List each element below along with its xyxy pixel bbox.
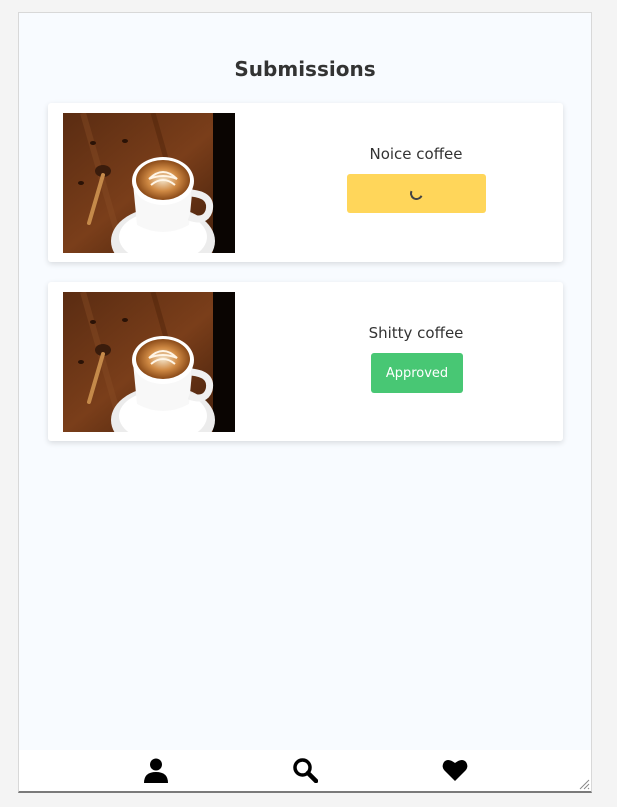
- resize-grip-icon[interactable]: [578, 778, 590, 790]
- user-icon[interactable]: [143, 757, 169, 783]
- approved-status-button[interactable]: Approved: [371, 353, 463, 393]
- coffee-image: [63, 113, 235, 253]
- submission-title: Noice coffee: [369, 145, 463, 163]
- search-icon[interactable]: [292, 757, 318, 783]
- pending-status-button[interactable]: [347, 174, 486, 213]
- page-title: Submissions: [234, 57, 376, 81]
- submission-title: Shitty coffee: [368, 324, 464, 342]
- submission-card: Shitty coffee Approved: [48, 282, 563, 441]
- coffee-image: [63, 292, 235, 432]
- loading-spinner-icon: [408, 185, 425, 202]
- bottom-nav: [19, 750, 591, 791]
- app-window: Submissions Noice coffee Shitty coffee A…: [18, 12, 592, 793]
- submission-card: Noice coffee: [48, 103, 563, 262]
- heart-icon[interactable]: [442, 757, 468, 783]
